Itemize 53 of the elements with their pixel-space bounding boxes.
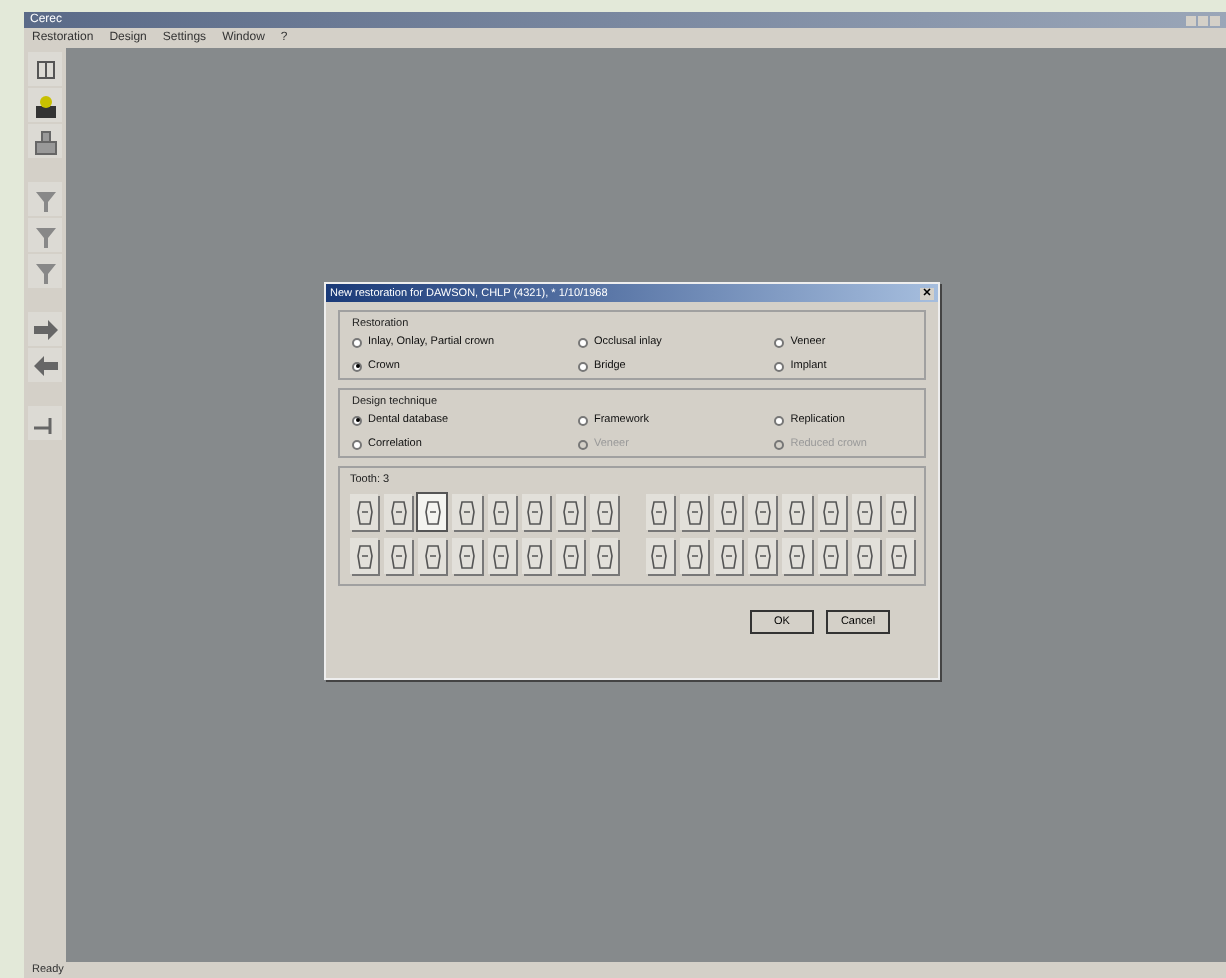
radio-button[interactable] xyxy=(352,337,362,347)
tooth-button[interactable] xyxy=(521,494,550,530)
tooth-button[interactable] xyxy=(521,538,550,574)
tooth-button[interactable] xyxy=(885,494,915,530)
tooth-button[interactable] xyxy=(555,538,585,574)
tooth-button[interactable] xyxy=(418,538,447,574)
tooth-button[interactable] xyxy=(782,538,812,574)
radio-button[interactable] xyxy=(577,361,588,371)
radio-button[interactable] xyxy=(352,361,362,371)
toolbar-button[interactable] xyxy=(28,406,62,440)
tooth-button[interactable] xyxy=(679,538,709,574)
tooth-button[interactable] xyxy=(555,494,585,530)
tooth-button[interactable] xyxy=(452,538,482,574)
tooth-button[interactable] xyxy=(714,494,743,530)
radio-button[interactable] xyxy=(352,415,362,425)
toolbar-button[interactable] xyxy=(28,348,62,382)
tooth-button[interactable] xyxy=(384,494,413,530)
tooth-button[interactable] xyxy=(350,494,379,530)
toolbar-button[interactable] xyxy=(28,124,62,158)
left-icon xyxy=(31,351,59,379)
tooth-button[interactable] xyxy=(645,538,674,574)
toolbar-button[interactable] xyxy=(28,312,62,346)
tooth-button[interactable] xyxy=(885,538,915,574)
right-icon xyxy=(31,315,59,343)
radio-button[interactable] xyxy=(774,361,785,371)
radio-button[interactable] xyxy=(352,439,362,449)
tooth-button[interactable] xyxy=(748,494,777,530)
person-icon xyxy=(31,91,59,119)
tooth-button[interactable] xyxy=(418,494,447,530)
tooth-button[interactable] xyxy=(817,538,846,574)
tooth-button[interactable] xyxy=(384,538,413,574)
tooth-button[interactable] xyxy=(679,494,709,530)
radio-button[interactable] xyxy=(577,415,588,425)
toolbar-button[interactable] xyxy=(28,88,62,122)
tooth-button[interactable] xyxy=(645,494,674,530)
tooth-button[interactable] xyxy=(487,538,516,574)
tooth-button[interactable] xyxy=(851,494,880,530)
tooth-button[interactable] xyxy=(817,494,846,530)
tray-icon xyxy=(31,127,59,155)
radio-button[interactable] xyxy=(774,415,785,425)
tooth-button[interactable] xyxy=(714,538,743,574)
toolbar-button[interactable] xyxy=(28,52,62,86)
tooth-button[interactable] xyxy=(590,538,619,574)
radio-button[interactable] xyxy=(774,337,785,347)
tooth-button[interactable] xyxy=(350,538,379,574)
tooth-button[interactable] xyxy=(590,494,619,530)
tooth-button[interactable] xyxy=(452,494,482,530)
close-button[interactable] xyxy=(920,287,934,299)
radio-button[interactable] xyxy=(577,337,588,347)
tooth-button[interactable] xyxy=(487,494,516,530)
tooth-button[interactable] xyxy=(748,538,777,574)
tooth-button[interactable] xyxy=(782,494,812,530)
tooth-button[interactable] xyxy=(851,538,880,574)
